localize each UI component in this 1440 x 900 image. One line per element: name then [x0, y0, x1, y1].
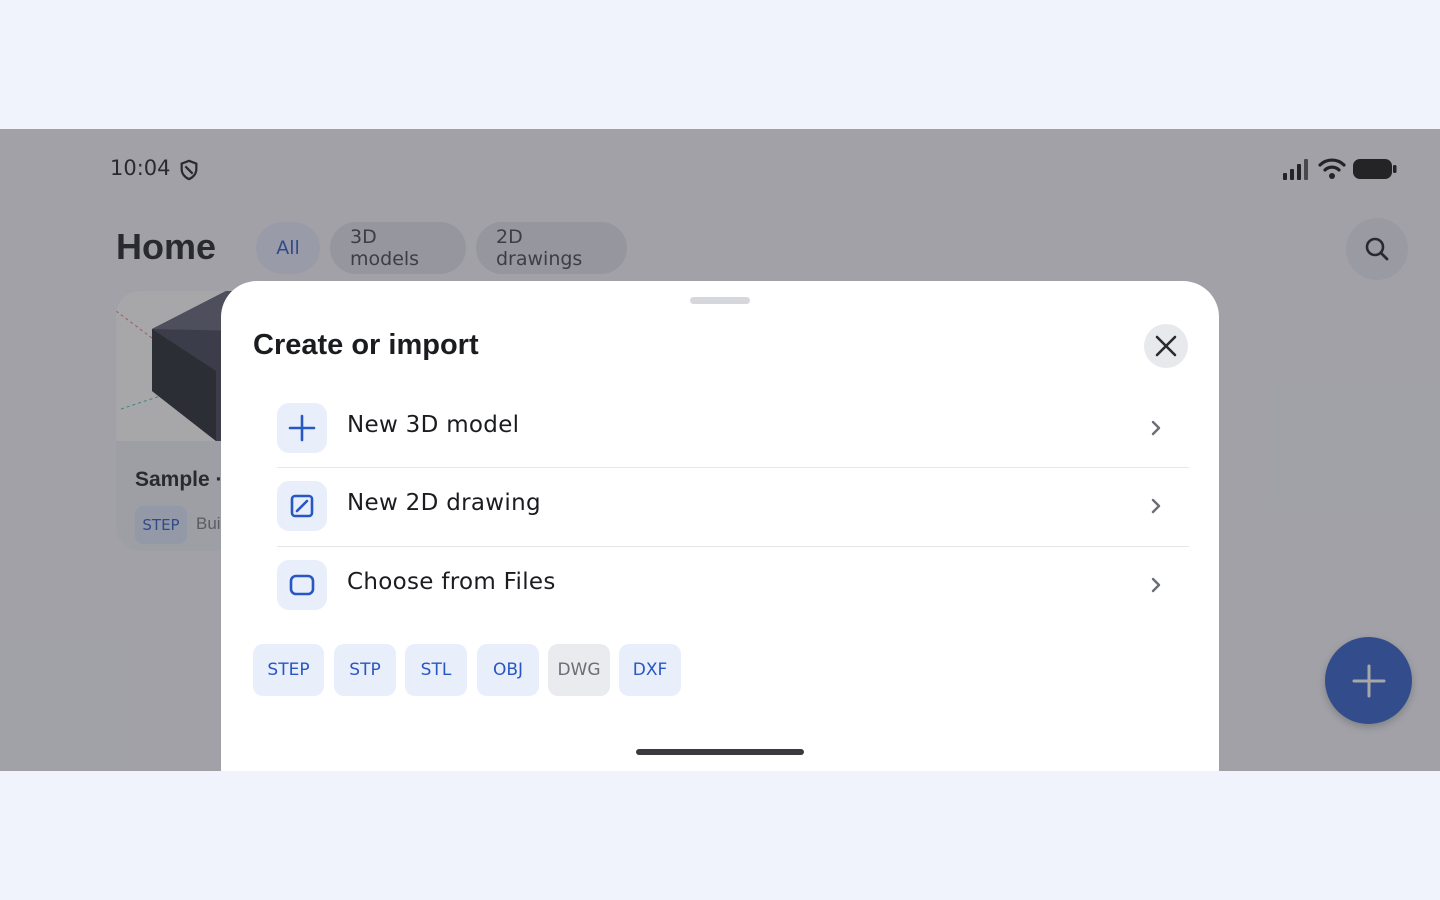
create-import-sheet: Create or import New 3D model New 2D dra… [221, 281, 1219, 771]
close-button[interactable] [1144, 324, 1188, 368]
menu-item-new-2d-drawing[interactable]: New 2D drawing [277, 468, 1189, 546]
close-icon [1155, 335, 1177, 357]
format-chip-dwg[interactable]: DWG [548, 644, 610, 696]
menu-item-label: Choose from Files [347, 569, 556, 595]
format-chip-dxf[interactable]: DXF [619, 644, 681, 696]
new-2d-drawing-icon-tile [277, 481, 327, 531]
menu-item-new-3d-model[interactable]: New 3D model [277, 390, 1189, 468]
choose-files-icon-tile [277, 560, 327, 610]
chevron-right-icon [1151, 577, 1161, 593]
menu-item-label: New 2D drawing [347, 490, 541, 516]
format-chip-obj[interactable]: OBJ [477, 644, 539, 696]
sheet-title: Create or import [253, 329, 479, 361]
format-chip-stp[interactable]: STP [334, 644, 396, 696]
folder-square-icon [289, 574, 315, 596]
format-chip-step[interactable]: STEP [253, 644, 324, 696]
format-chip-stl[interactable]: STL [405, 644, 467, 696]
edit-square-icon [290, 494, 314, 518]
new-3d-model-icon-tile [277, 403, 327, 453]
home-indicator[interactable] [636, 749, 804, 755]
sheet-drag-handle[interactable] [690, 297, 750, 304]
chevron-right-icon [1151, 498, 1161, 514]
menu-item-label: New 3D model [347, 412, 520, 438]
plus-icon [288, 414, 316, 442]
app-screen: 10:04 Home All 3D models 2D drawings Sam… [0, 129, 1440, 771]
menu-item-choose-from-files[interactable]: Choose from Files [277, 547, 1189, 625]
chevron-right-icon [1151, 420, 1161, 436]
